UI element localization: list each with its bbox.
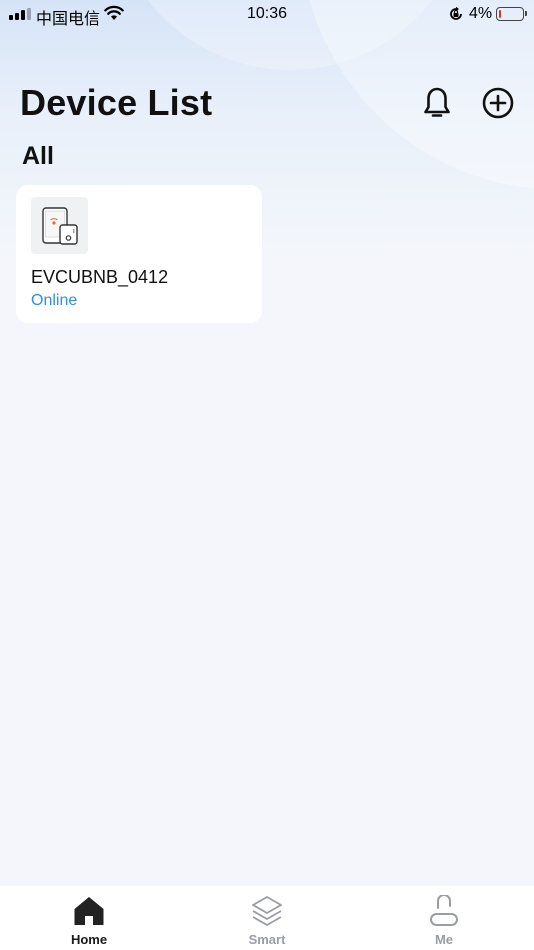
home-icon <box>29 894 149 928</box>
tab-home-label: Home <box>70 932 108 947</box>
device-status: Online <box>31 292 78 309</box>
tab-smart-label: Smart <box>248 932 286 947</box>
battery-percent: 4% <box>469 5 493 22</box>
filter-all[interactable]: All <box>22 142 54 171</box>
layers-icon <box>207 894 327 928</box>
device-card[interactable]: EVCUBNB_0412 Online <box>16 185 262 323</box>
rotation-lock-icon <box>448 6 464 27</box>
device-icon <box>31 197 88 254</box>
device-name: EVCUBNB_0412 <box>31 267 169 287</box>
add-circle-icon[interactable] <box>482 86 514 120</box>
tab-home[interactable]: Home <box>29 886 149 950</box>
page-title: Device List <box>20 82 213 123</box>
tab-me-label: Me <box>434 932 454 947</box>
status-bar: 中国电信 10:36 4% <box>0 0 534 28</box>
battery-icon <box>496 7 527 21</box>
person-icon <box>384 894 504 928</box>
tab-bar: Home Smart Me <box>0 886 534 950</box>
tab-me[interactable]: Me <box>384 886 504 950</box>
bell-icon[interactable] <box>421 86 453 120</box>
tab-smart[interactable]: Smart <box>207 886 327 950</box>
